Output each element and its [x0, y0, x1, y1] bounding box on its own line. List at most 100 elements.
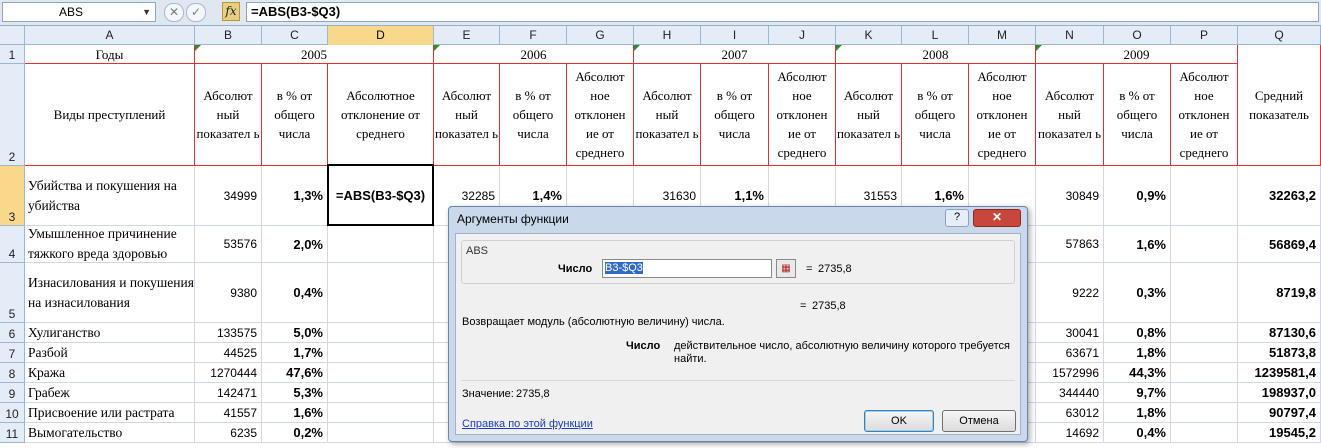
row-header-2[interactable]: 2	[0, 64, 25, 166]
column-header-o[interactable]: O	[1104, 26, 1171, 45]
data-cell[interactable]: 0,4%	[262, 263, 328, 323]
column-header-h[interactable]: H	[634, 26, 701, 45]
data-cell[interactable]: 9380	[195, 263, 262, 323]
column-header-j[interactable]: J	[769, 26, 836, 45]
data-cell[interactable]: 53576	[195, 226, 262, 263]
data-cell[interactable]: 30849	[1036, 166, 1104, 226]
data-cell[interactable]: 47,6%	[262, 363, 328, 383]
data-cell[interactable]	[328, 226, 434, 263]
data-cell[interactable]: 142471	[195, 383, 262, 403]
data-cell[interactable]: 5,3%	[262, 383, 328, 403]
dev-header[interactable]: Абсолют ное отклонен ие от среднего	[567, 64, 634, 166]
argument-input[interactable]: B3-$Q3	[602, 259, 772, 278]
data-cell[interactable]: 0,9%	[1104, 166, 1171, 226]
row-header-3[interactable]: 3	[0, 166, 25, 226]
crime-name[interactable]: Убийства и покушения на убийства	[25, 166, 195, 226]
data-cell[interactable]	[1171, 323, 1238, 343]
data-cell[interactable]: 1,8%	[1104, 343, 1171, 363]
crime-name[interactable]: Хулиганство	[25, 323, 195, 343]
data-cell[interactable]: 34999	[195, 166, 262, 226]
column-header-d[interactable]: D	[328, 26, 434, 45]
data-cell[interactable]: 1,6%	[262, 403, 328, 423]
column-header-f[interactable]: F	[500, 26, 567, 45]
data-cell[interactable]: 1,7%	[262, 343, 328, 363]
data-cell[interactable]: 1239581,4	[1238, 363, 1321, 383]
insert-function-icon[interactable]: fx	[222, 2, 240, 21]
dev-header[interactable]: Абсолют ное отклонен ие от среднего	[969, 64, 1036, 166]
data-cell[interactable]: 57863	[1036, 226, 1104, 263]
close-icon[interactable]: ✕	[164, 3, 184, 22]
row-header-8[interactable]: 8	[0, 363, 25, 383]
data-cell[interactable]	[1171, 363, 1238, 383]
collapse-dialog-icon[interactable]: ▦	[776, 259, 796, 278]
data-cell[interactable]	[1171, 383, 1238, 403]
row-header-10[interactable]: 10	[0, 403, 25, 423]
data-cell[interactable]: 51873,8	[1238, 343, 1321, 363]
data-cell[interactable]: 41557	[195, 403, 262, 423]
data-cell[interactable]: 1572996	[1036, 363, 1104, 383]
crime-name[interactable]: Разбой	[25, 343, 195, 363]
data-cell[interactable]: 344440	[1036, 383, 1104, 403]
ok-button[interactable]: OK	[864, 410, 934, 432]
column-header-e[interactable]: E	[434, 26, 500, 45]
avg-header[interactable]: Средний показатель	[1238, 45, 1321, 166]
abs-header[interactable]: Абсолют ный показател ь	[434, 64, 500, 166]
data-cell[interactable]: 1,8%	[1104, 403, 1171, 423]
data-cell[interactable]: 14692	[1036, 423, 1104, 443]
data-cell[interactable]: 9,7%	[1104, 383, 1171, 403]
data-cell[interactable]	[1171, 263, 1238, 323]
data-cell[interactable]: 1,6%	[1104, 226, 1171, 263]
year-header-2009[interactable]: 2009	[1036, 45, 1238, 64]
column-header-q[interactable]: Q	[1238, 26, 1321, 45]
row-header-11[interactable]: 11	[0, 423, 25, 443]
column-header-i[interactable]: I	[701, 26, 769, 45]
data-cell[interactable]: 63671	[1036, 343, 1104, 363]
pct-header[interactable]: в % от общего числа	[902, 64, 969, 166]
data-cell[interactable]: 2,0%	[262, 226, 328, 263]
data-cell[interactable]: 87130,6	[1238, 323, 1321, 343]
check-icon[interactable]: ✓	[186, 3, 206, 22]
crime-name[interactable]: Изнасилования и покушения на изнасилован…	[25, 263, 195, 323]
dev-header[interactable]: Абсолют ное отклонен ие от среднего	[1171, 64, 1238, 166]
data-cell[interactable]	[1171, 403, 1238, 423]
data-cell[interactable]: 0,2%	[262, 423, 328, 443]
data-cell[interactable]	[1171, 226, 1238, 263]
data-cell[interactable]: 6235	[195, 423, 262, 443]
data-cell[interactable]: 1,3%	[262, 166, 328, 226]
data-cell[interactable]: 0,4%	[1104, 423, 1171, 443]
help-link[interactable]: Справка по этой функции	[462, 418, 593, 430]
data-cell[interactable]: 0,3%	[1104, 263, 1171, 323]
pct-header[interactable]: в % от общего числа	[1104, 64, 1171, 166]
dev-header[interactable]: Абсолютное отклонение от среднего	[328, 64, 434, 166]
crime-types-label[interactable]: Виды преступлений	[25, 64, 195, 166]
data-cell[interactable]: 44,3%	[1104, 363, 1171, 383]
chevron-down-icon[interactable]: ▼	[142, 3, 151, 21]
crime-name[interactable]: Грабеж	[25, 383, 195, 403]
formula-input[interactable]: =ABS(B3-$Q3)	[246, 2, 1319, 22]
pct-header[interactable]: в % от общего числа	[262, 64, 328, 166]
data-cell[interactable]: 9222	[1036, 263, 1104, 323]
data-cell[interactable]: 198937,0	[1238, 383, 1321, 403]
column-header-n[interactable]: N	[1036, 26, 1104, 45]
column-header-m[interactable]: M	[969, 26, 1036, 45]
column-header-p[interactable]: P	[1171, 26, 1238, 45]
data-cell[interactable]	[328, 383, 434, 403]
data-cell[interactable]	[328, 403, 434, 423]
crime-name[interactable]: Умышленное причинение тяжкого вреда здор…	[25, 226, 195, 263]
data-cell[interactable]	[1171, 423, 1238, 443]
abs-header[interactable]: Абсолют ный показател ь	[195, 64, 262, 166]
data-cell[interactable]: =ABS(B3-$Q3)	[328, 166, 434, 226]
column-header-g[interactable]: G	[567, 26, 634, 45]
data-cell[interactable]	[328, 263, 434, 323]
crime-name[interactable]: Кража	[25, 363, 195, 383]
abs-header[interactable]: Абсолют ный показател ь	[1036, 64, 1104, 166]
row-header-4[interactable]: 4	[0, 226, 25, 263]
year-header-2008[interactable]: 2008	[836, 45, 1036, 64]
data-cell[interactable]: 56869,4	[1238, 226, 1321, 263]
pct-header[interactable]: в % от общего числа	[500, 64, 567, 166]
data-cell[interactable]	[328, 363, 434, 383]
data-cell[interactable]: 5,0%	[262, 323, 328, 343]
column-header-b[interactable]: B	[195, 26, 262, 45]
years-label[interactable]: Годы	[25, 45, 195, 64]
dev-header[interactable]: Абсолют ное отклонен ие от среднего	[769, 64, 836, 166]
